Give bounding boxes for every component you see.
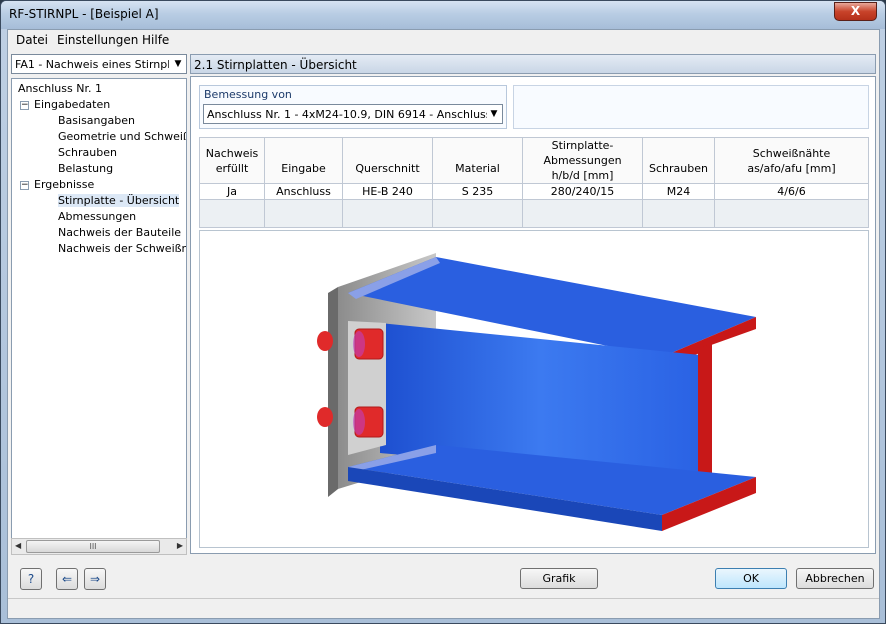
graphic-view[interactable] [199, 230, 869, 548]
close-button[interactable]: X [834, 2, 877, 21]
col-header-eingabe: Eingabe [264, 137, 343, 184]
tree-item-nachweis-bauteile[interactable]: Nachweis der Bauteile [58, 226, 181, 239]
tree-item-schrauben[interactable]: Schrauben [58, 146, 117, 159]
table-row-empty [199, 199, 869, 228]
menu-datei[interactable]: Datei [16, 33, 48, 47]
collapse-icon[interactable]: − [20, 101, 29, 110]
previous-icon[interactable]: ⇐ [56, 568, 78, 590]
client-area: Datei Einstellungen Hilfe FA1 - Nachweis… [7, 29, 880, 619]
menu-bar: Datei Einstellungen Hilfe [8, 30, 879, 50]
scroll-thumb[interactable]: III [26, 540, 160, 553]
app-window: RF-STIRNPL - [Beispiel A] X Datei Einste… [0, 0, 886, 624]
status-bar [8, 598, 879, 618]
results-table: Nachweis erfüllt Eingabe Querschnitt Mate… [199, 137, 869, 228]
design-label: Bemessung von [204, 88, 292, 101]
end-plate-edge [328, 287, 338, 497]
tree-item-belastung[interactable]: Belastung [58, 162, 113, 175]
scroll-right-icon[interactable]: ▶ [177, 541, 183, 550]
table-cell[interactable]: HE-B 240 [342, 183, 433, 200]
title-bar[interactable]: RF-STIRNPL - [Beispiel A] X [1, 1, 885, 29]
tree-group-results[interactable]: Ergebnisse [34, 178, 94, 191]
table-cell[interactable]: 280/240/15 [522, 183, 643, 200]
tree-item-abmessungen[interactable]: Abmessungen [58, 210, 136, 223]
menu-hilfe[interactable]: Hilfe [142, 33, 169, 47]
col-header-material: Material [432, 137, 523, 184]
menu-einstellungen[interactable]: Einstellungen [57, 33, 138, 47]
panel-title: 2.1 Stirnplatten - Übersicht [194, 58, 357, 72]
chevron-down-icon: ▼ [490, 109, 498, 119]
design-select-value: Anschluss Nr. 1 - 4xM24-10.9, DIN 6914 -… [207, 108, 487, 121]
tree-hscrollbar[interactable]: ◀ III ▶ [11, 538, 187, 555]
design-select[interactable]: Anschluss Nr. 1 - 4xM24-10.9, DIN 6914 -… [203, 104, 503, 124]
col-header-schweissnaehte: Schweißnähte as/afo/afu [mm] [714, 137, 869, 184]
tree-item-basisangaben[interactable]: Basisangaben [58, 114, 135, 127]
table-cell[interactable]: 4/6/6 [714, 183, 869, 200]
tree-root[interactable]: Anschluss Nr. 1 [18, 82, 102, 95]
tree-item-geometrie[interactable]: Geometrie und Schweißnäh [58, 130, 186, 143]
case-select-value: FA1 - Nachweis eines Stirnplatte [15, 58, 169, 71]
help-icon[interactable]: ? [20, 568, 42, 590]
web-section [698, 343, 712, 485]
table-cell[interactable]: S 235 [432, 183, 523, 200]
table-cell[interactable]: M24 [642, 183, 715, 200]
col-header-schrauben: Schrauben [642, 137, 715, 184]
scroll-left-icon[interactable]: ◀ [15, 541, 21, 550]
tree-item-stirnplatte-uebersicht[interactable]: Stirnplatte - Übersicht [58, 194, 180, 207]
tree-item-nachweis-schweissnaehte[interactable]: Nachweis der Schweißnäht [58, 242, 186, 255]
design-group: Bemessung von Anschluss Nr. 1 - 4xM24-10… [199, 85, 507, 129]
ok-button[interactable]: OK [715, 568, 787, 589]
table-cell[interactable]: Anschluss [264, 183, 343, 200]
next-icon[interactable]: ⇒ [84, 568, 106, 590]
col-header-nachweis: Nachweis erfüllt [199, 137, 265, 184]
grafik-button[interactable]: Grafik [520, 568, 598, 589]
cancel-button[interactable]: Abbrechen [796, 568, 874, 589]
navigator-tree: Anschluss Nr. 1 − Eingabedaten Basisanga… [11, 78, 187, 554]
col-header-stirnplatte: Stirnplatte-Abmessungen h/b/d [mm] [522, 137, 643, 184]
chevron-down-icon: ▼ [174, 59, 182, 69]
main-panel: Bemessung von Anschluss Nr. 1 - 4xM24-10… [190, 76, 876, 554]
case-select[interactable]: FA1 - Nachweis eines Stirnplatte ▼ [11, 54, 187, 74]
table-cell[interactable]: Ja [199, 183, 265, 200]
col-header-querschnitt: Querschnitt [342, 137, 433, 184]
info-box [513, 85, 869, 129]
collapse-icon[interactable]: − [20, 181, 29, 190]
window-title: RF-STIRNPL - [Beispiel A] [9, 7, 159, 21]
table-row[interactable]: Ja Anschluss HE-B 240 S 235 280/240/15 M… [199, 183, 869, 200]
tree-group-input[interactable]: Eingabedaten [34, 98, 110, 111]
beam-rendering [317, 253, 756, 531]
panel-header: 2.1 Stirnplatten - Übersicht [190, 54, 876, 74]
